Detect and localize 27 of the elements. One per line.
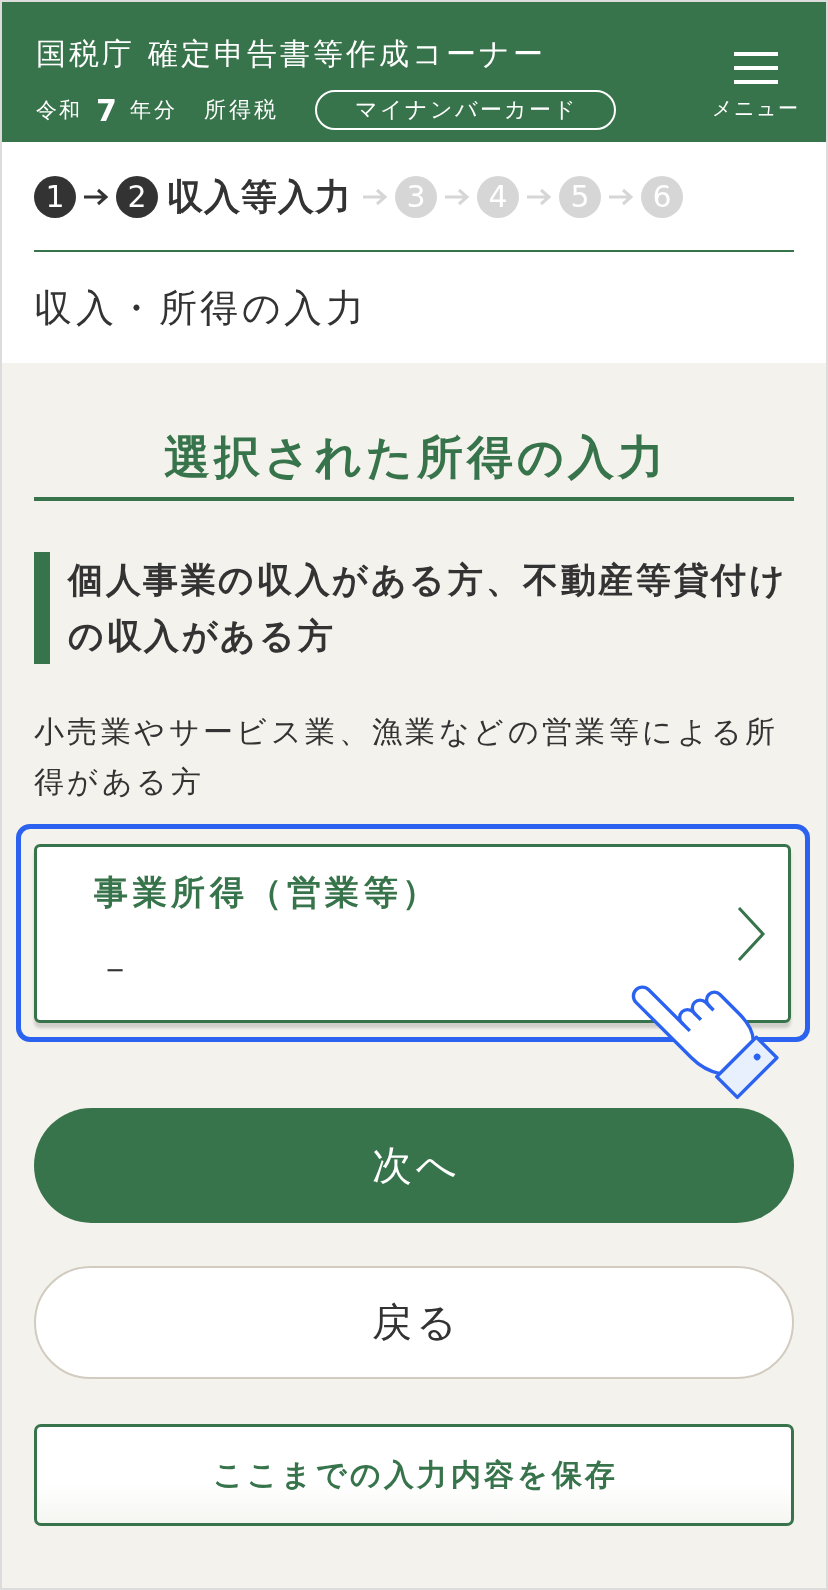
arrow-icon [526, 187, 552, 207]
arrow-icon [444, 187, 470, 207]
step-number: 1 [34, 176, 76, 218]
category-description: 小売業やサービス業、漁業などの営業等による所得がある方 [34, 713, 780, 801]
income-amount-value: － [97, 947, 132, 990]
income-type-label: 事業所得（営業等） [94, 871, 441, 914]
chevron-right-icon [736, 905, 766, 962]
category-heading: 個人事業の収入がある方、不動産等貸付けの収入がある方 [34, 552, 794, 664]
year-suffix: 年分 [129, 97, 178, 124]
income-type-card[interactable]: 事業所得（営業等） － [34, 844, 791, 1023]
current-step-label: 収入等入力 [167, 176, 352, 218]
step-number: 2 [116, 176, 158, 218]
tax-year: 7 [96, 92, 117, 128]
menu-button[interactable]: メニュー [710, 52, 802, 120]
section-heading: 選択された所得の入力 [163, 429, 669, 485]
menu-icon [734, 52, 778, 84]
save-button[interactable]: ここまでの入力内容を保存 [34, 1424, 794, 1526]
site-title: 国税庁 確定申告書等作成コーナー [36, 36, 547, 72]
arrow-icon [83, 187, 109, 207]
era-label: 令和 [36, 97, 82, 124]
tax-type-label: 所得税 [203, 96, 279, 124]
arrow-icon [362, 187, 388, 207]
login-method-badge: マイナンバーカード [314, 90, 616, 130]
next-button[interactable]: 次へ [34, 1108, 794, 1223]
arrow-icon [608, 187, 634, 207]
page-title: 収入・所得の入力 [34, 285, 368, 332]
back-button[interactable]: 戻る [34, 1266, 794, 1379]
